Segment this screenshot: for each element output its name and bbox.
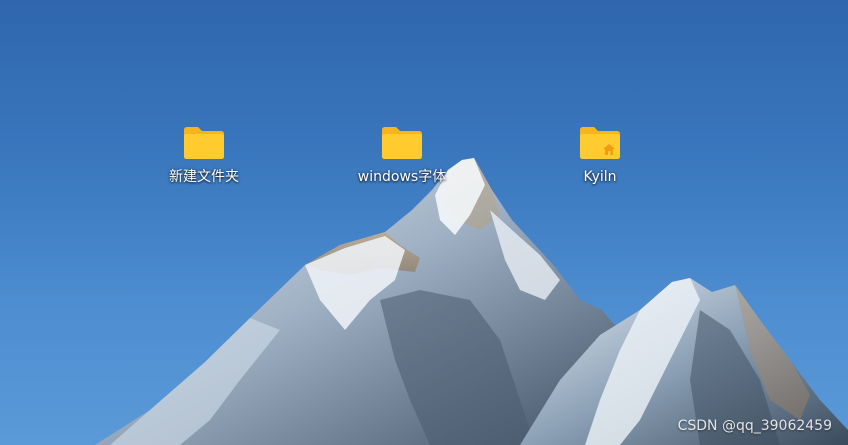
desktop-icon-label: windows字体 <box>357 169 447 185</box>
folder-icon <box>382 127 422 159</box>
desktop-icon-windows-fonts[interactable]: windows字体 <box>354 124 450 186</box>
home-folder-icon <box>580 127 620 159</box>
desktop[interactable]: 新建文件夹 windows字体 Kyiln CSDN @qq_39062459 <box>0 0 848 445</box>
desktop-icon-new-folder[interactable]: 新建文件夹 <box>156 124 252 186</box>
desktop-icon-label: Kyiln <box>583 169 617 185</box>
folder-icon <box>184 127 224 159</box>
desktop-icon-label: 新建文件夹 <box>169 169 239 185</box>
desktop-icon-home-kyiln[interactable]: Kyiln <box>552 124 648 186</box>
watermark-text: CSDN @qq_39062459 <box>677 418 832 434</box>
mountain-wallpaper <box>95 158 848 445</box>
